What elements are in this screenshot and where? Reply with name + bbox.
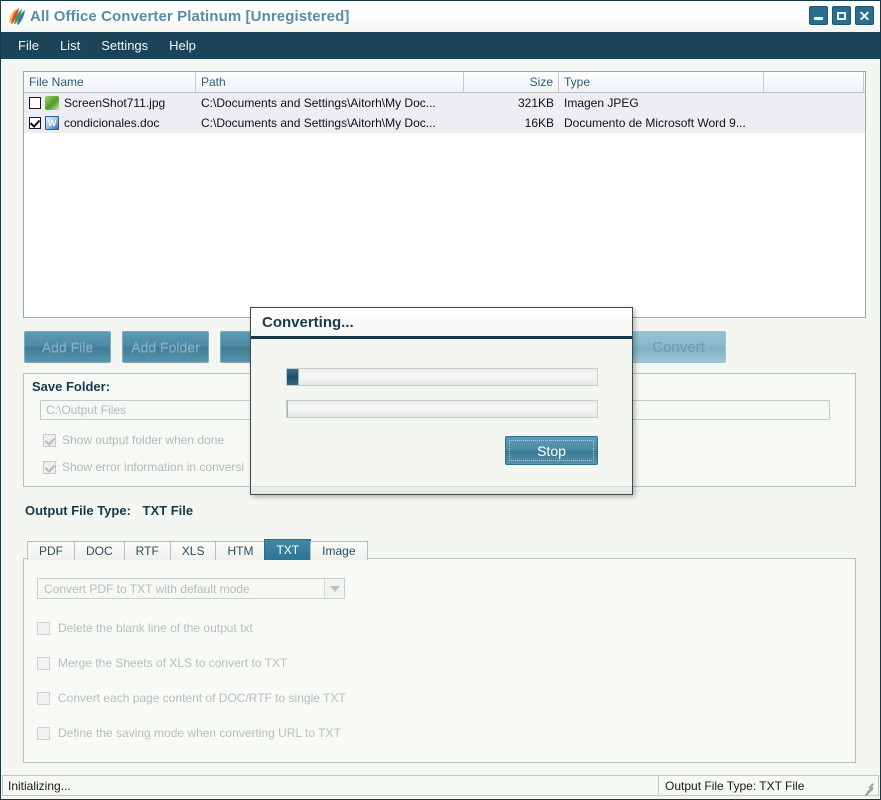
format-tab-strip: PDF DOC RTF XLS HTM TXT Image — [27, 539, 368, 560]
close-button[interactable]: ✕ — [855, 6, 874, 25]
txt-mode-dropdown[interactable]: Convert PDF to TXT with default mode — [37, 578, 345, 599]
secondary-progress-bar — [286, 400, 598, 418]
cell-path: C:\Documents and Settings\Aitorh\My Doc.… — [201, 116, 436, 130]
resize-grip-icon[interactable] — [862, 780, 875, 796]
checkbox-checked-icon[interactable] — [29, 117, 41, 129]
txt-option-checkbox-1[interactable]: Merge the Sheets of XLS to convert to TX… — [37, 656, 287, 670]
tab-txt[interactable]: TXT — [264, 539, 312, 560]
file-list[interactable]: File Name Path Size Type ScreenShot711.jpg C… — [23, 71, 866, 318]
tab-pdf[interactable]: PDF — [27, 541, 75, 560]
txt-option-checkbox-3[interactable]: Define the saving mode when converting U… — [37, 726, 341, 740]
cell-type: Documento de Microsoft Word 9... — [564, 116, 746, 130]
checkbox-icon — [37, 726, 50, 740]
cell-size: 321KB — [517, 96, 554, 110]
window-title: All Office Converter Platinum [Unregiste… — [30, 8, 350, 25]
dialog-footer — [251, 486, 632, 494]
show-error-info-checkbox[interactable]: Show error information in conversi — [43, 460, 244, 474]
file-list-header: File Name Path Size Type — [24, 72, 865, 93]
primary-progress-fill — [287, 369, 300, 385]
application-window: All Office Converter Platinum [Unregiste… — [0, 0, 881, 800]
output-file-type-value: TXT File — [142, 503, 194, 518]
status-output-file-type-text: Output File Type: TXT File — [665, 778, 805, 793]
txt-option-checkbox-0[interactable]: Delete the blank line of the output txt — [37, 621, 253, 635]
column-header-size[interactable]: Size — [464, 72, 559, 92]
show-error-info-label: Show error information in conversi — [62, 460, 245, 474]
checkbox-icon — [37, 621, 50, 635]
app-leaf-logo-icon — [6, 7, 26, 27]
column-header-blank[interactable] — [764, 72, 864, 92]
add-file-button[interactable]: Add File — [24, 331, 111, 363]
word-document-file-icon — [45, 116, 59, 130]
checkbox-unchecked-icon[interactable] — [29, 97, 41, 109]
tab-image[interactable]: Image — [310, 541, 368, 560]
tab-htm[interactable]: HTM — [215, 541, 266, 560]
maximize-button[interactable] — [832, 6, 851, 25]
chevron-down-icon[interactable] — [324, 579, 344, 598]
file-name-text: ScreenShot711.jpg — [64, 96, 166, 110]
menu-item-settings[interactable]: Settings — [92, 35, 157, 56]
checkbox-icon — [43, 460, 56, 474]
table-row[interactable]: condicionales.doc C:\Documents and Settin… — [24, 113, 865, 133]
cell-file-name: condicionales.doc — [24, 113, 196, 133]
column-header-type[interactable]: Type — [559, 72, 764, 92]
table-row[interactable]: ScreenShot711.jpg C:\Documents and Settin… — [24, 93, 865, 113]
menu-item-help[interactable]: Help — [160, 35, 205, 56]
converting-dialog-title: Converting... — [251, 308, 632, 339]
cell-type: Imagen JPEG — [564, 96, 639, 110]
add-folder-button[interactable]: Add Folder — [122, 331, 209, 363]
checkbox-icon — [37, 656, 50, 670]
output-file-type-label: Output File Type: — [25, 503, 131, 518]
column-header-path[interactable]: Path — [196, 72, 464, 92]
minimize-button[interactable] — [809, 6, 828, 25]
cell-extra — [764, 113, 864, 133]
primary-progress-bar — [286, 368, 598, 386]
output-file-type-heading: Output File Type: TXT File — [25, 503, 193, 518]
convert-button[interactable]: Convert — [631, 331, 726, 363]
cell-size: 16KB — [524, 116, 554, 130]
menu-bar: File List Settings Help — [1, 32, 880, 59]
maximize-icon — [837, 11, 846, 20]
status-bar: Initializing... Output File Type: TXT Fi… — [2, 775, 879, 796]
txt-option-label: Delete the blank line of the output txt — [58, 621, 253, 635]
stop-button[interactable]: Stop — [505, 436, 598, 465]
checkbox-icon — [37, 691, 50, 705]
menu-item-file[interactable]: File — [9, 35, 48, 56]
cell-path: C:\Documents and Settings\Aitorh\My Doc.… — [201, 96, 436, 110]
minimize-icon — [814, 16, 823, 20]
close-icon: ✕ — [858, 7, 871, 24]
txt-mode-value: Convert PDF to TXT with default mode — [44, 581, 250, 596]
cell-extra — [764, 93, 864, 113]
status-message: Initializing... — [2, 775, 659, 796]
title-bar: All Office Converter Platinum [Unregiste… — [1, 1, 880, 32]
status-output-file-type: Output File Type: TXT File — [659, 775, 879, 796]
secondary-progress-fill — [287, 401, 288, 417]
save-folder-title: Save Folder: — [32, 379, 111, 394]
tab-doc[interactable]: DOC — [74, 541, 125, 560]
window-controls: ✕ — [809, 6, 874, 25]
file-name-text: condicionales.doc — [64, 116, 160, 130]
jpeg-image-file-icon — [45, 96, 59, 110]
column-header-file-name[interactable]: File Name — [24, 72, 196, 92]
checkbox-icon — [43, 433, 56, 447]
menu-item-list[interactable]: List — [51, 35, 89, 56]
txt-option-checkbox-2[interactable]: Convert each page content of DOC/RTF to … — [37, 691, 346, 705]
file-list-rows: ScreenShot711.jpg C:\Documents and Settin… — [24, 93, 865, 133]
txt-option-label: Convert each page content of DOC/RTF to … — [58, 691, 346, 705]
tab-xls[interactable]: XLS — [169, 541, 217, 560]
txt-option-label: Define the saving mode when converting U… — [58, 726, 341, 740]
cell-file-name: ScreenShot711.jpg — [24, 93, 196, 113]
show-output-folder-label: Show output folder when done — [62, 433, 225, 447]
txt-options-panel: Convert PDF to TXT with default mode Del… — [23, 558, 856, 763]
txt-option-label: Merge the Sheets of XLS to convert to TX… — [58, 656, 288, 670]
converting-dialog: Converting... Stop — [250, 307, 633, 495]
show-output-folder-checkbox[interactable]: Show output folder when done — [43, 433, 224, 447]
tab-rtf[interactable]: RTF — [123, 541, 171, 560]
